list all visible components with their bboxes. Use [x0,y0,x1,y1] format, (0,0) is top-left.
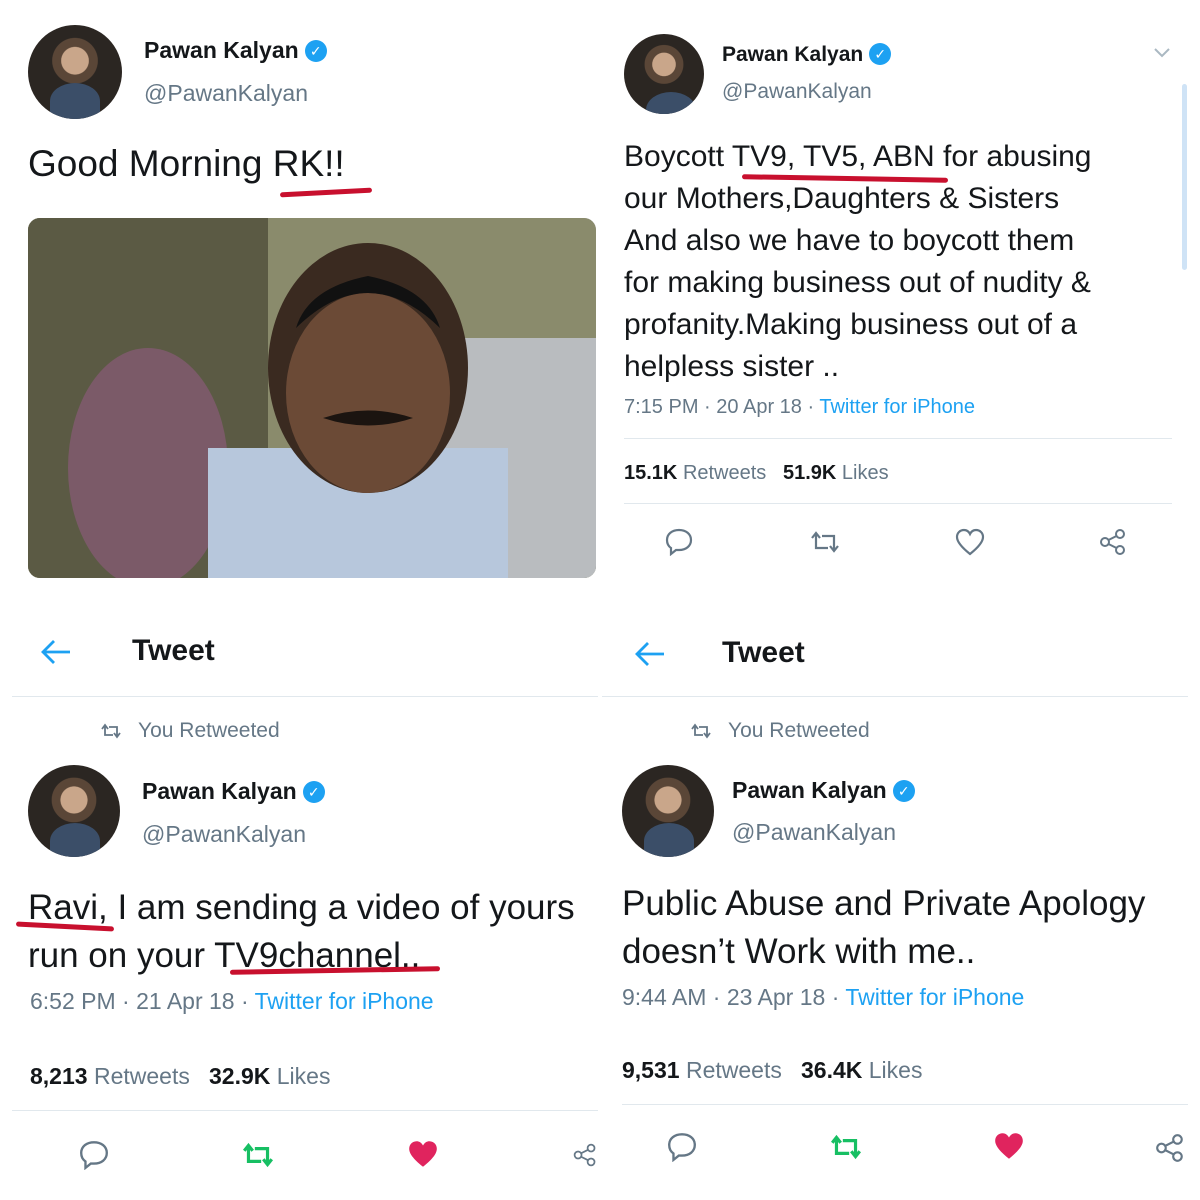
like-count[interactable]: 32.9K [209,1063,270,1089]
source-link[interactable]: Twitter for iPhone [845,984,1024,1010]
author-handle[interactable]: @PawanKalyan [144,80,308,107]
tweet-panel-boycott: Pawan Kalyan ✓ @PawanKalyan Boycott TV9, … [602,0,1200,598]
tweet-line: Boycott TV9, TV5, ABN for abusing [624,140,1092,173]
tweet-panel-good-morning: Pawan Kalyan ✓ @PawanKalyan Good Morning … [0,0,598,598]
back-arrow-icon[interactable] [634,640,666,668]
share-icon[interactable] [1098,527,1128,557]
author-name-text: Pawan Kalyan [144,37,299,63]
tweet-line: for making business out of nudity & [624,266,1091,299]
divider [624,438,1172,439]
collage-gutter-horizontal [0,598,1200,602]
tweet-timestamp: 6:52 PM · 21 Apr 18 · Twitter for iPhone [30,988,434,1014]
tweet-line: our Mothers,Daughters & Sisters [624,182,1060,215]
retweet-icon[interactable] [828,1132,864,1162]
tweet-stats: 9,531 Retweets 36.4K Likes [622,1057,923,1083]
verified-badge-icon: ✓ [892,780,915,802]
tweet-line: doesn’t Work with me.. [622,932,976,971]
tweet-line: And also we have to boycott them [624,224,1075,257]
like-count[interactable]: 36.4K [801,1057,862,1083]
share-icon[interactable] [572,1142,598,1168]
heart-icon[interactable] [406,1138,440,1170]
avatar[interactable] [28,25,122,119]
heart-icon[interactable] [954,527,986,557]
divider [624,503,1172,504]
tweet-line: Public Abuse and Private Apology [622,884,1146,923]
tweet-timestamp: 7:15 PM · 20 Apr 18 · Twitter for iPhone [624,396,975,418]
retweet-count[interactable]: 8,213 [30,1063,88,1089]
verified-badge-icon: ✓ [304,40,327,62]
avatar[interactable] [28,765,120,857]
retweet-context: You Retweeted [728,719,870,742]
tweet-text: Boycott TV9, TV5, ABN for abusing our Mo… [624,136,1091,388]
author-handle[interactable]: @PawanKalyan [732,819,896,846]
verified-badge-icon: ✓ [869,43,892,65]
tweet-line: helpless sister .. [624,350,840,383]
back-arrow-icon[interactable] [40,638,72,666]
divider [12,696,598,697]
page-title: Tweet [132,634,215,667]
retweet-count[interactable]: 9,531 [622,1057,680,1083]
source-link[interactable]: Twitter for iPhone [255,988,434,1014]
divider [602,696,1188,697]
chevron-down-icon[interactable] [1152,46,1172,60]
author-name-text: Pawan Kalyan [732,777,887,803]
tweet-timestamp: 9:44 AM · 23 Apr 18 · Twitter for iPhone [622,984,1025,1010]
like-count[interactable]: 51.9K [783,462,836,484]
retweet-icon [101,723,121,739]
tweet-line: profanity.Making business out of a [624,308,1078,341]
reply-icon[interactable] [666,1130,698,1162]
share-icon[interactable] [1154,1132,1186,1164]
page-title: Tweet [722,636,805,669]
tweet-line: Ravi, I am sending a video of yours [28,888,575,927]
author-handle[interactable]: @PawanKalyan [142,821,306,848]
author-handle[interactable]: @PawanKalyan [722,80,872,104]
retweet-icon[interactable] [808,528,842,556]
tweet-stats: 8,213 Retweets 32.9K Likes [30,1063,331,1089]
heart-icon[interactable] [992,1130,1026,1162]
scrollbar[interactable] [1182,84,1187,270]
retweet-context: You Retweeted [138,719,280,742]
tweet-panel-ravi: Tweet You Retweeted Pawan Kalyan ✓ @Pawan… [0,602,598,1200]
divider [622,1104,1188,1105]
divider [12,1110,598,1111]
red-underline-annotation [279,187,373,198]
tweet-photo[interactable] [28,218,596,578]
tweet-stats: 15.1K Retweets 51.9K Likes [624,462,889,484]
tweet-panel-public-abuse: Tweet You Retweeted Pawan Kalyan ✓ @Pawan… [602,602,1200,1200]
author-name[interactable]: Pawan Kalyan ✓ [732,777,915,804]
tweet-text: Ravi, I am sending a video of yours run … [28,884,575,980]
photo-person-illustration [28,218,596,578]
retweet-icon[interactable] [240,1140,276,1170]
author-name[interactable]: Pawan Kalyan ✓ [142,778,325,805]
avatar[interactable] [622,765,714,857]
retweet-count[interactable]: 15.1K [624,462,677,484]
author-name[interactable]: Pawan Kalyan ✓ [144,37,327,64]
source-link[interactable]: Twitter for iPhone [819,396,975,418]
verified-badge-icon: ✓ [302,781,325,803]
tweet-text: Public Abuse and Private Apology doesn’t… [622,880,1145,976]
author-name[interactable]: Pawan Kalyan ✓ [722,43,892,67]
avatar[interactable] [624,34,704,114]
retweet-icon [691,723,711,739]
reply-icon[interactable] [664,526,694,556]
tweet-text: Good Morning RK!! [28,143,345,184]
author-name-text: Pawan Kalyan [142,778,297,804]
author-name-text: Pawan Kalyan [722,43,864,66]
reply-icon[interactable] [78,1138,110,1170]
